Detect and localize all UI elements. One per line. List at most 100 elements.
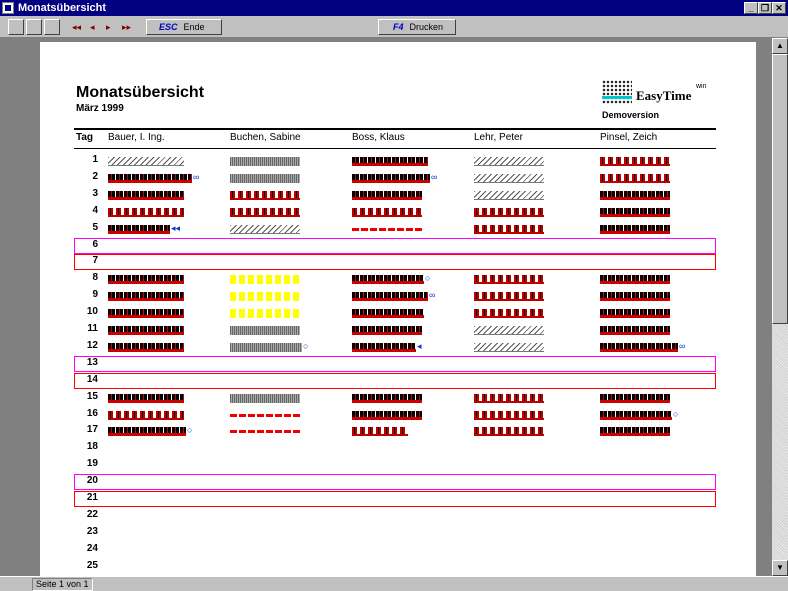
time-pattern xyxy=(352,157,428,166)
scroll-down-icon[interactable]: ▼ xyxy=(772,560,788,576)
last-page-icon[interactable]: ▸▸ xyxy=(122,21,131,33)
column-header-employee: Buchen, Sabine xyxy=(230,132,301,143)
time-pattern xyxy=(474,190,544,200)
time-pattern xyxy=(600,342,678,352)
toolbar: ◂◂ ◂ ▸ ▸▸ ESC Ende F4 Drucken xyxy=(0,16,788,38)
esc-end-button[interactable]: ESC Ende xyxy=(146,19,222,35)
single-page-icon[interactable] xyxy=(8,19,24,35)
time-pattern xyxy=(600,190,670,200)
column-header-employee: Bauer, I. Ing. xyxy=(108,132,165,143)
logo-dots xyxy=(602,80,632,104)
time-pattern xyxy=(108,173,192,183)
day-number: 18 xyxy=(86,441,98,453)
title-bar: Monatsübersicht _ ❐ ✕ xyxy=(0,0,788,16)
time-pattern xyxy=(230,342,302,352)
time-pattern xyxy=(230,309,300,319)
time-marker-icon: ○ xyxy=(425,273,431,284)
time-pattern xyxy=(600,326,670,335)
time-pattern xyxy=(230,393,300,403)
esc-key-label: ESC xyxy=(159,22,178,32)
time-pattern xyxy=(474,207,544,217)
time-pattern xyxy=(352,292,428,302)
time-pattern xyxy=(108,427,186,437)
time-pattern xyxy=(600,427,670,437)
time-pattern xyxy=(352,393,422,403)
day-number: 25 xyxy=(86,559,98,571)
time-pattern xyxy=(352,173,430,183)
logo-stripe xyxy=(602,96,632,99)
time-pattern xyxy=(108,326,184,335)
time-pattern xyxy=(108,309,184,319)
time-pattern xyxy=(108,224,170,234)
app-icon xyxy=(2,2,14,14)
time-pattern xyxy=(108,342,184,352)
time-pattern xyxy=(600,224,670,234)
page-indicator: Seite 1 von 1 xyxy=(32,578,93,591)
time-pattern xyxy=(230,326,300,335)
print-label: Drucken xyxy=(409,22,444,32)
report-page: Monatsübersicht März 1999 EasyTime win D… xyxy=(40,42,756,576)
time-pattern xyxy=(230,292,300,302)
first-page-icon[interactable]: ◂◂ xyxy=(72,21,81,33)
time-pattern xyxy=(108,292,184,302)
end-label: Ende xyxy=(183,22,205,32)
window-title: Monatsübersicht xyxy=(18,2,107,14)
day-number: 10 xyxy=(86,306,98,318)
time-pattern xyxy=(474,342,544,352)
next-page-icon[interactable]: ▸ xyxy=(106,21,111,33)
two-page-icon[interactable] xyxy=(26,19,42,35)
day-number: 1 xyxy=(92,154,98,165)
status-bar: Seite 1 von 1 xyxy=(0,576,788,591)
time-pattern xyxy=(474,157,544,166)
scroll-up-icon[interactable]: ▲ xyxy=(772,38,788,54)
logo-sup: win xyxy=(696,83,707,90)
time-pattern xyxy=(600,173,670,183)
zoom-icon[interactable] xyxy=(44,19,60,35)
time-marker-icon: ∞ xyxy=(429,290,436,301)
restore-button[interactable]: ❐ xyxy=(758,2,772,14)
day-number: 22 xyxy=(86,508,98,520)
time-pattern xyxy=(352,410,422,420)
time-pattern xyxy=(108,190,184,200)
column-header-employee: Pinsel, Zeich xyxy=(600,132,658,143)
print-button[interactable]: F4 Drucken xyxy=(378,19,456,35)
time-pattern xyxy=(474,427,544,437)
report-viewer: Monatsübersicht März 1999 EasyTime win D… xyxy=(0,38,772,576)
time-pattern xyxy=(600,292,670,302)
time-pattern xyxy=(600,309,670,319)
time-pattern xyxy=(474,224,544,234)
time-pattern xyxy=(230,157,300,166)
time-pattern xyxy=(230,275,300,285)
time-pattern xyxy=(600,410,672,420)
vertical-scrollbar[interactable]: ▲ ▼ xyxy=(772,38,788,576)
scroll-thumb[interactable] xyxy=(772,54,788,324)
time-marker-icon: ∞ xyxy=(431,171,438,182)
minimize-button[interactable]: _ xyxy=(744,2,758,14)
time-pattern xyxy=(230,413,300,417)
time-pattern xyxy=(352,326,422,335)
saturday-row xyxy=(74,237,716,254)
header-rule xyxy=(74,128,716,130)
time-pattern xyxy=(600,157,670,166)
time-pattern xyxy=(474,275,544,285)
time-marker-icon: ∞ xyxy=(193,171,200,182)
prev-page-icon[interactable]: ◂ xyxy=(90,21,95,33)
time-marker-icon: ◂◂ xyxy=(171,222,181,233)
time-pattern xyxy=(108,393,184,403)
time-pattern xyxy=(352,207,422,217)
time-pattern xyxy=(230,173,300,183)
day-number: 5 xyxy=(92,221,98,233)
day-number: 19 xyxy=(86,458,98,470)
day-number: 15 xyxy=(86,390,98,402)
time-marker-icon: ∞ xyxy=(679,340,686,351)
close-button[interactable]: ✕ xyxy=(772,2,786,14)
logo-demo: Demoversion xyxy=(602,110,660,120)
saturday-row xyxy=(74,355,716,372)
time-pattern xyxy=(600,207,670,217)
column-header-tag: Tag xyxy=(76,132,94,143)
time-pattern xyxy=(230,190,300,200)
time-pattern xyxy=(600,275,670,285)
header-underline xyxy=(74,148,716,149)
day-number: 23 xyxy=(86,525,98,537)
time-pattern xyxy=(600,393,670,403)
